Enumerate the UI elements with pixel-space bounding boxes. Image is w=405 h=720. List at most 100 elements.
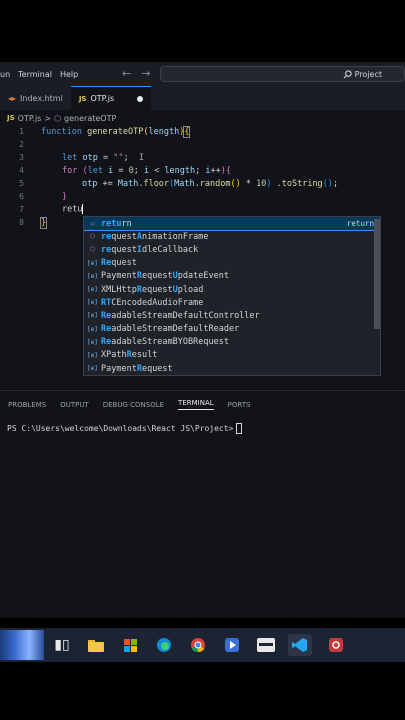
menu-terminal[interactable]: Terminal <box>18 70 52 79</box>
menu-run[interactable]: un <box>0 70 10 79</box>
line-number: 4 <box>19 166 24 175</box>
typed-text: retu <box>62 204 83 215</box>
title-bar: un Terminal Help ← → Project <box>0 62 405 86</box>
panel-tabs: PROBLEMS OUTPUT DEBUG CONSOLE TERMINAL PORTS <box>0 390 405 418</box>
media-player-icon[interactable] <box>220 634 244 656</box>
code-line: 1 function generateOTP(length){ <box>0 125 405 138</box>
suggestion-item[interactable]: ▭ return return <box>84 217 380 232</box>
suggestion-item[interactable]: [e] ReadableStreamBYOBRequest <box>84 336 380 349</box>
suggestion-item[interactable]: ⬡ requestIdleCallback <box>84 243 380 256</box>
suggestion-label: ReadableStreamDefaultReader <box>101 324 240 335</box>
code-line: 5 otp += Math.floor(Math.random() * 10) … <box>0 177 405 190</box>
edge-icon[interactable] <box>152 634 176 656</box>
variable-icon: [e] <box>87 351 98 359</box>
variable-icon: [e] <box>87 299 98 307</box>
back-arrow-icon[interactable]: ← <box>122 67 131 80</box>
suggestion-label: XMLHttpRequestUpload <box>101 284 204 295</box>
symbol-function-icon: ⬡ <box>54 113 62 123</box>
vscode-icon[interactable] <box>288 634 312 656</box>
suggestion-item[interactable]: [e] ReadableStreamDefaultReader <box>84 323 380 336</box>
code-line: 2 <box>0 138 405 151</box>
suggestion-label: PaymentRequest <box>101 363 173 374</box>
tab-problems[interactable]: PROBLEMS <box>8 401 46 409</box>
line-number: 1 <box>19 127 24 136</box>
forward-arrow-icon[interactable]: → <box>141 67 150 80</box>
variable-icon: [e] <box>87 365 98 373</box>
store-icon[interactable] <box>118 634 142 656</box>
js-icon: JS <box>78 94 87 103</box>
line-number: 5 <box>19 179 24 188</box>
function-icon: ⬡ <box>89 246 96 254</box>
tab-output[interactable]: OUTPUT <box>60 401 89 409</box>
suggestion-detail: return <box>346 219 374 229</box>
html-icon: ◂▸ <box>8 93 17 103</box>
suggestion-label: requestAnimationFrame <box>101 231 209 242</box>
code-line: 7 retu <box>0 203 405 216</box>
editor-tabs: ◂▸ Index.html JS OTP.js <box>0 86 405 110</box>
variable-icon: [e] <box>87 272 98 280</box>
tab-ports[interactable]: PORTS <box>228 401 251 409</box>
suggestion-item[interactable]: [e] RTCEncodedAudioFrame <box>84 296 380 309</box>
line-number: 8 <box>19 218 24 227</box>
line-number: 3 <box>19 153 24 162</box>
line-number: 6 <box>19 192 24 201</box>
suggestion-item[interactable]: [e] ReadableStreamDefaultController <box>84 309 380 322</box>
tab-label: OTP.js <box>90 94 115 103</box>
terminal-prompt: PS C:\Users\welcome\Downloads\React JS\P… <box>7 424 234 433</box>
screen: un Terminal Help ← → Project ◂▸ Index.ht… <box>0 0 405 720</box>
suggestion-label: return <box>101 218 132 229</box>
terminal-icon[interactable] <box>254 634 278 656</box>
taskbar: ▮▯ <box>0 628 405 662</box>
breadcrumb-symbol[interactable]: generateOTP <box>64 114 116 123</box>
breadcrumb-sep: > <box>44 113 52 123</box>
suggestion-label: RTCEncodedAudioFrame <box>101 297 204 308</box>
suggestion-label: ReadableStreamBYOBRequest <box>101 337 229 348</box>
suggestion-scrollbar[interactable] <box>374 219 380 329</box>
bottom-letterbox <box>0 662 405 720</box>
task-view-icon[interactable]: ▮▯ <box>50 634 74 656</box>
suggestion-item[interactable]: [e] PaymentRequest <box>84 362 380 375</box>
search-label: Project <box>354 69 382 79</box>
variable-icon: [e] <box>87 338 98 346</box>
code-line: 3 let otp = ""; I <box>0 151 405 164</box>
variable-icon: [e] <box>87 286 98 294</box>
suggestion-item[interactable]: ⬡ requestAnimationFrame <box>84 230 380 243</box>
unsaved-dot-icon[interactable] <box>136 95 143 102</box>
tab-label: Index.html <box>20 93 63 103</box>
code-line: 4 for (let i = 0; i < length; i++){ <box>0 164 405 177</box>
top-letterbox <box>0 0 405 62</box>
suggestion-item[interactable]: [e] XPathResult <box>84 349 380 362</box>
tab-otp-js[interactable]: JS OTP.js <box>70 86 151 110</box>
line-number: 2 <box>19 140 24 149</box>
suggestion-item[interactable]: [e] XMLHttpRequestUpload <box>84 283 380 296</box>
snipping-tool-icon[interactable] <box>324 634 348 656</box>
suggestion-label: XPathResult <box>101 350 158 361</box>
file-explorer-icon[interactable] <box>84 634 108 656</box>
tab-debug-console[interactable]: DEBUG CONSOLE <box>103 401 164 409</box>
breadcrumb-file[interactable]: OTP.js <box>18 114 42 123</box>
autocomplete-list: ▭ return return ⬡ requestAnimationFrame ⬡ requ… <box>83 216 381 376</box>
command-center-search[interactable]: Project <box>160 66 405 82</box>
chrome-icon[interactable] <box>186 634 210 656</box>
keyword-icon: ▭ <box>90 220 95 228</box>
search-icon <box>343 69 352 78</box>
suggestion-item[interactable]: [e] PaymentRequestUpdateEvent <box>84 270 380 283</box>
code-line: 6 } <box>0 190 405 203</box>
variable-icon: [e] <box>87 325 98 333</box>
variable-icon: [e] <box>87 312 98 320</box>
tab-index-html[interactable]: ◂▸ Index.html <box>0 86 71 110</box>
js-icon: JS <box>7 114 15 122</box>
suggestion-label: requestIdleCallback <box>101 244 199 255</box>
menu-bar: un Terminal Help <box>0 70 78 79</box>
line-number: 7 <box>19 205 24 214</box>
suggestion-label: Request <box>101 258 137 269</box>
terminal-cursor <box>236 423 243 434</box>
menu-help[interactable]: Help <box>60 70 78 79</box>
breadcrumb: JS OTP.js > ⬡ generateOTP <box>0 110 405 126</box>
weather-icon[interactable] <box>0 630 44 660</box>
tab-terminal[interactable]: TERMINAL <box>178 399 214 410</box>
function-icon: ⬡ <box>89 233 96 241</box>
suggestion-item[interactable]: [e] Request <box>84 257 380 270</box>
terminal[interactable]: PS C:\Users\welcome\Downloads\React JS\P… <box>0 418 405 618</box>
suggestion-label: ReadableStreamDefaultController <box>101 310 260 321</box>
